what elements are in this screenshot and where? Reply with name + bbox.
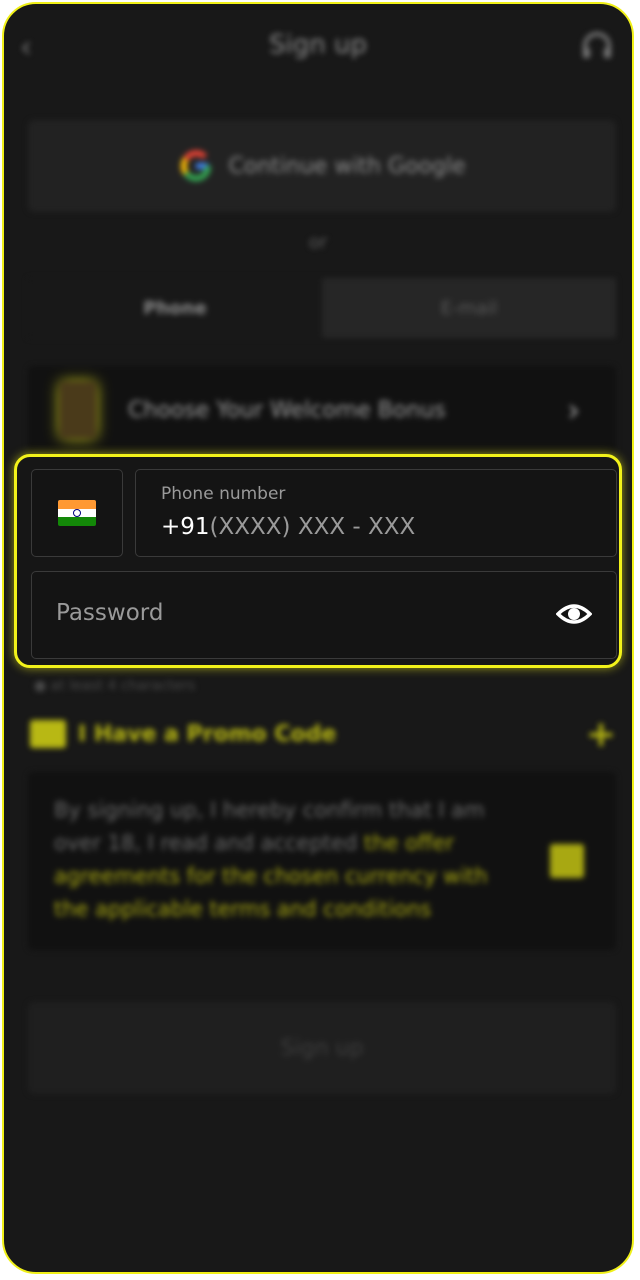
sign-up-button[interactable]: Sign up <box>28 1002 616 1094</box>
welcome-bonus-label: Choose Your Welcome Bonus <box>128 397 446 423</box>
phone-prefix: +91 <box>161 514 210 540</box>
page-title: Sign up <box>269 30 367 60</box>
app-screen: ‹ Sign up Continue with Google or Phone … <box>2 2 634 1274</box>
phone-number-label: Phone number <box>161 484 286 504</box>
signup-method-tabs: Phone E-mail <box>28 278 616 338</box>
google-button-label: Continue with Google <box>228 153 466 179</box>
tab-email[interactable]: E-mail <box>322 278 616 338</box>
password-field[interactable]: Password <box>31 571 617 659</box>
password-placeholder: Password <box>56 600 164 626</box>
highlighted-form: Phone number +91(XXXX) XXX - XXX Passwor… <box>14 454 622 668</box>
eye-icon[interactable] <box>556 600 592 628</box>
ticket-icon <box>30 720 66 748</box>
phone-mask: (XXXX) XXX - XXX <box>209 514 416 540</box>
country-code-selector[interactable] <box>31 469 123 557</box>
promo-code-toggle[interactable]: I Have a Promo Code + <box>30 714 616 755</box>
chevron-right-icon: › <box>567 391 580 429</box>
phone-number-field[interactable]: Phone number +91(XXXX) XXX - XXX <box>135 469 617 557</box>
promo-code-label: I Have a Promo Code <box>78 721 337 747</box>
password-hint: ● at least 4 characters <box>34 678 196 694</box>
google-signup-button[interactable]: Continue with Google <box>28 120 616 212</box>
google-icon <box>181 150 212 182</box>
headset-icon[interactable] <box>580 30 614 64</box>
india-flag-icon <box>58 500 96 526</box>
terms-box: By signing up, I hereby confirm that I a… <box>28 772 616 950</box>
terms-checkbox[interactable] <box>550 844 584 878</box>
or-divider: or <box>308 232 328 253</box>
gift-icon <box>60 382 96 438</box>
phone-number-input[interactable]: +91(XXXX) XXX - XXX <box>161 514 415 540</box>
tab-phone[interactable]: Phone <box>28 278 322 338</box>
plus-icon[interactable]: + <box>586 714 616 755</box>
welcome-bonus-banner[interactable]: Choose Your Welcome Bonus › <box>28 366 616 454</box>
